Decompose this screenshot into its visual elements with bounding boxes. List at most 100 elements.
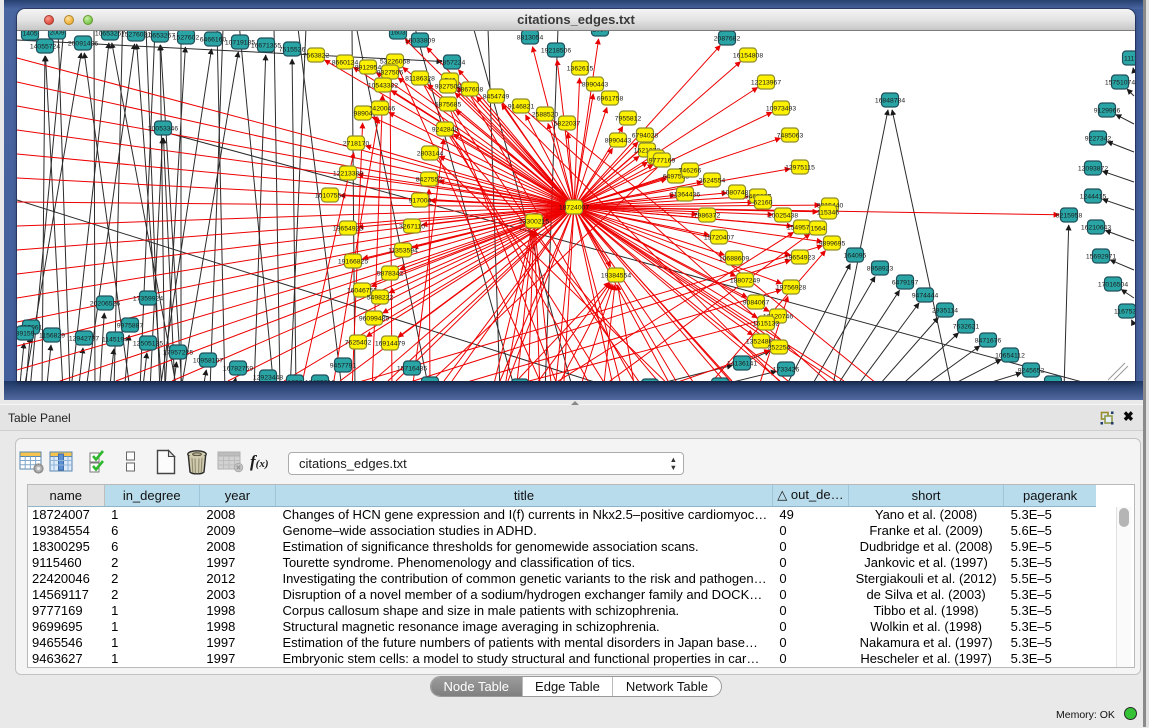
svg-text:92456: 92456 bbox=[1044, 381, 1063, 382]
svg-text:16848784: 16848784 bbox=[875, 98, 905, 105]
svg-text:9777169: 9777169 bbox=[649, 158, 676, 165]
svg-text:1117: 1117 bbox=[1124, 56, 1135, 63]
svg-text:2718170: 2718170 bbox=[343, 141, 370, 148]
svg-text:7632621: 7632621 bbox=[953, 324, 980, 331]
svg-text:15716485: 15716485 bbox=[397, 366, 427, 373]
svg-text:17957225: 17957225 bbox=[163, 350, 193, 357]
svg-text:9129966: 9129966 bbox=[1094, 108, 1121, 115]
svg-text:9327506: 9327506 bbox=[377, 70, 404, 77]
svg-text:10973493: 10973493 bbox=[766, 106, 796, 113]
svg-text:9474444: 9474444 bbox=[912, 293, 939, 300]
svg-text:9245652: 9245652 bbox=[1018, 368, 1045, 375]
svg-text:2009: 2009 bbox=[49, 31, 64, 37]
svg-text:12923448: 12923448 bbox=[253, 375, 283, 382]
svg-text:12093872: 12093872 bbox=[1078, 166, 1108, 173]
svg-text:20206526: 20206526 bbox=[90, 301, 120, 308]
svg-text:10107554: 10107554 bbox=[315, 193, 345, 200]
svg-text:17016504: 17016504 bbox=[1098, 282, 1128, 289]
svg-text:8990443: 8990443 bbox=[582, 82, 609, 89]
svg-text:8471676: 8471676 bbox=[975, 338, 1002, 345]
svg-text:5878342: 5878342 bbox=[377, 271, 404, 278]
svg-text:9899695: 9899695 bbox=[819, 241, 846, 248]
svg-text:1292: 1292 bbox=[287, 380, 302, 382]
svg-text:2803144: 2803144 bbox=[417, 151, 444, 158]
svg-text:10543382: 10543382 bbox=[368, 83, 398, 90]
svg-text:2867608: 2867608 bbox=[457, 87, 484, 94]
svg-text:9146821: 9146821 bbox=[508, 104, 535, 111]
svg-text:3267110: 3267110 bbox=[399, 224, 425, 231]
svg-text:7986372: 7986372 bbox=[694, 213, 721, 220]
svg-text:14055724: 14055724 bbox=[30, 44, 60, 51]
svg-text:12975115: 12975115 bbox=[785, 165, 815, 172]
svg-text:6479197: 6479197 bbox=[892, 280, 919, 287]
svg-text:96099489: 96099489 bbox=[359, 316, 389, 323]
svg-text:746266: 746266 bbox=[679, 168, 702, 175]
svg-text:9084067: 9084067 bbox=[743, 300, 770, 307]
svg-text:8454749: 8454749 bbox=[483, 94, 510, 101]
svg-text:164095: 164095 bbox=[844, 253, 867, 260]
svg-text:20053346: 20053346 bbox=[148, 126, 178, 133]
svg-text:10433218: 10433218 bbox=[305, 380, 335, 382]
svg-text:15720407: 15720407 bbox=[704, 235, 734, 242]
svg-text:1145194: 1145194 bbox=[102, 337, 128, 344]
svg-text:8427552: 8427552 bbox=[416, 177, 443, 184]
svg-text:10654112: 10654112 bbox=[995, 353, 1025, 360]
svg-text:10688609: 10688609 bbox=[719, 256, 749, 263]
svg-text:6961758: 6961758 bbox=[597, 96, 624, 103]
svg-text:39159: 39159 bbox=[17, 331, 35, 338]
svg-text:20091406: 20091406 bbox=[68, 41, 98, 48]
svg-text:19654923: 19654923 bbox=[785, 255, 815, 262]
svg-text:8813054: 8813054 bbox=[517, 35, 544, 42]
svg-text:1156829: 1156829 bbox=[39, 333, 65, 340]
svg-text:1362615: 1362615 bbox=[567, 66, 594, 73]
svg-text:19218506: 19218506 bbox=[541, 48, 571, 55]
svg-text:10958107: 10958107 bbox=[193, 358, 223, 365]
svg-text:17359924: 17359924 bbox=[133, 296, 163, 303]
svg-text:21364436: 21364436 bbox=[670, 192, 700, 199]
svg-text:1167533: 1167533 bbox=[1114, 309, 1135, 316]
svg-text:10025438: 10025438 bbox=[768, 213, 798, 220]
svg-text:7563822: 7563822 bbox=[303, 53, 330, 60]
svg-text:9457791: 9457791 bbox=[330, 363, 357, 370]
svg-text:15692971: 15692971 bbox=[1086, 254, 1116, 261]
svg-text:12213967: 12213967 bbox=[751, 80, 781, 87]
svg-text:7625402: 7625402 bbox=[345, 340, 372, 347]
svg-text:18724007: 18724007 bbox=[559, 205, 589, 212]
svg-text:1733426: 1733426 bbox=[773, 367, 800, 374]
svg-text:81186328: 81186328 bbox=[405, 76, 435, 83]
svg-text:1564: 1564 bbox=[810, 226, 825, 233]
svg-text:16782759: 16782759 bbox=[223, 366, 253, 373]
svg-text:19654923: 19654923 bbox=[333, 226, 363, 233]
svg-text:1405: 1405 bbox=[22, 31, 37, 38]
svg-text:14136141: 14136141 bbox=[727, 361, 757, 368]
svg-text:1527602: 1527602 bbox=[173, 35, 200, 42]
svg-text:16210643: 16210643 bbox=[1081, 225, 1111, 232]
svg-text:7485063: 7485063 bbox=[777, 133, 804, 140]
svg-text:19166825: 19166825 bbox=[338, 259, 368, 266]
svg-text:16671355: 16671355 bbox=[251, 43, 281, 50]
svg-text:23300215: 23300215 bbox=[519, 219, 549, 226]
svg-text:2935114: 2935114 bbox=[932, 308, 958, 315]
svg-text:9227342: 9227342 bbox=[1085, 136, 1112, 143]
svg-text:9975887: 9975887 bbox=[117, 323, 144, 330]
svg-text:2087682: 2087682 bbox=[714, 36, 741, 43]
svg-text:252254: 252254 bbox=[768, 345, 791, 352]
svg-text:5822037: 5822037 bbox=[554, 121, 581, 128]
svg-text:12213389: 12213389 bbox=[333, 171, 363, 178]
svg-text:8958923: 8958923 bbox=[867, 266, 894, 273]
svg-text:16914479: 16914479 bbox=[375, 341, 405, 348]
svg-text:10653267: 10653267 bbox=[145, 33, 175, 40]
svg-text:16154808: 16154808 bbox=[733, 53, 763, 60]
svg-text:19384554: 19384554 bbox=[601, 273, 631, 280]
svg-text:9242848: 9242848 bbox=[432, 127, 459, 134]
svg-text:12505135: 12505135 bbox=[133, 341, 163, 348]
svg-text:917004: 917004 bbox=[409, 198, 432, 205]
svg-text:19756928: 19756928 bbox=[776, 285, 806, 292]
svg-text:115346: 115346 bbox=[817, 210, 839, 217]
svg-text:98904: 98904 bbox=[354, 111, 373, 118]
svg-text:7955812: 7955812 bbox=[615, 116, 642, 123]
svg-text:8215958: 8215958 bbox=[1056, 213, 1083, 220]
svg-text:5875685: 5875685 bbox=[435, 102, 462, 109]
svg-text:1244415: 1244415 bbox=[1080, 194, 1107, 201]
svg-text:3624554: 3624554 bbox=[699, 178, 726, 185]
